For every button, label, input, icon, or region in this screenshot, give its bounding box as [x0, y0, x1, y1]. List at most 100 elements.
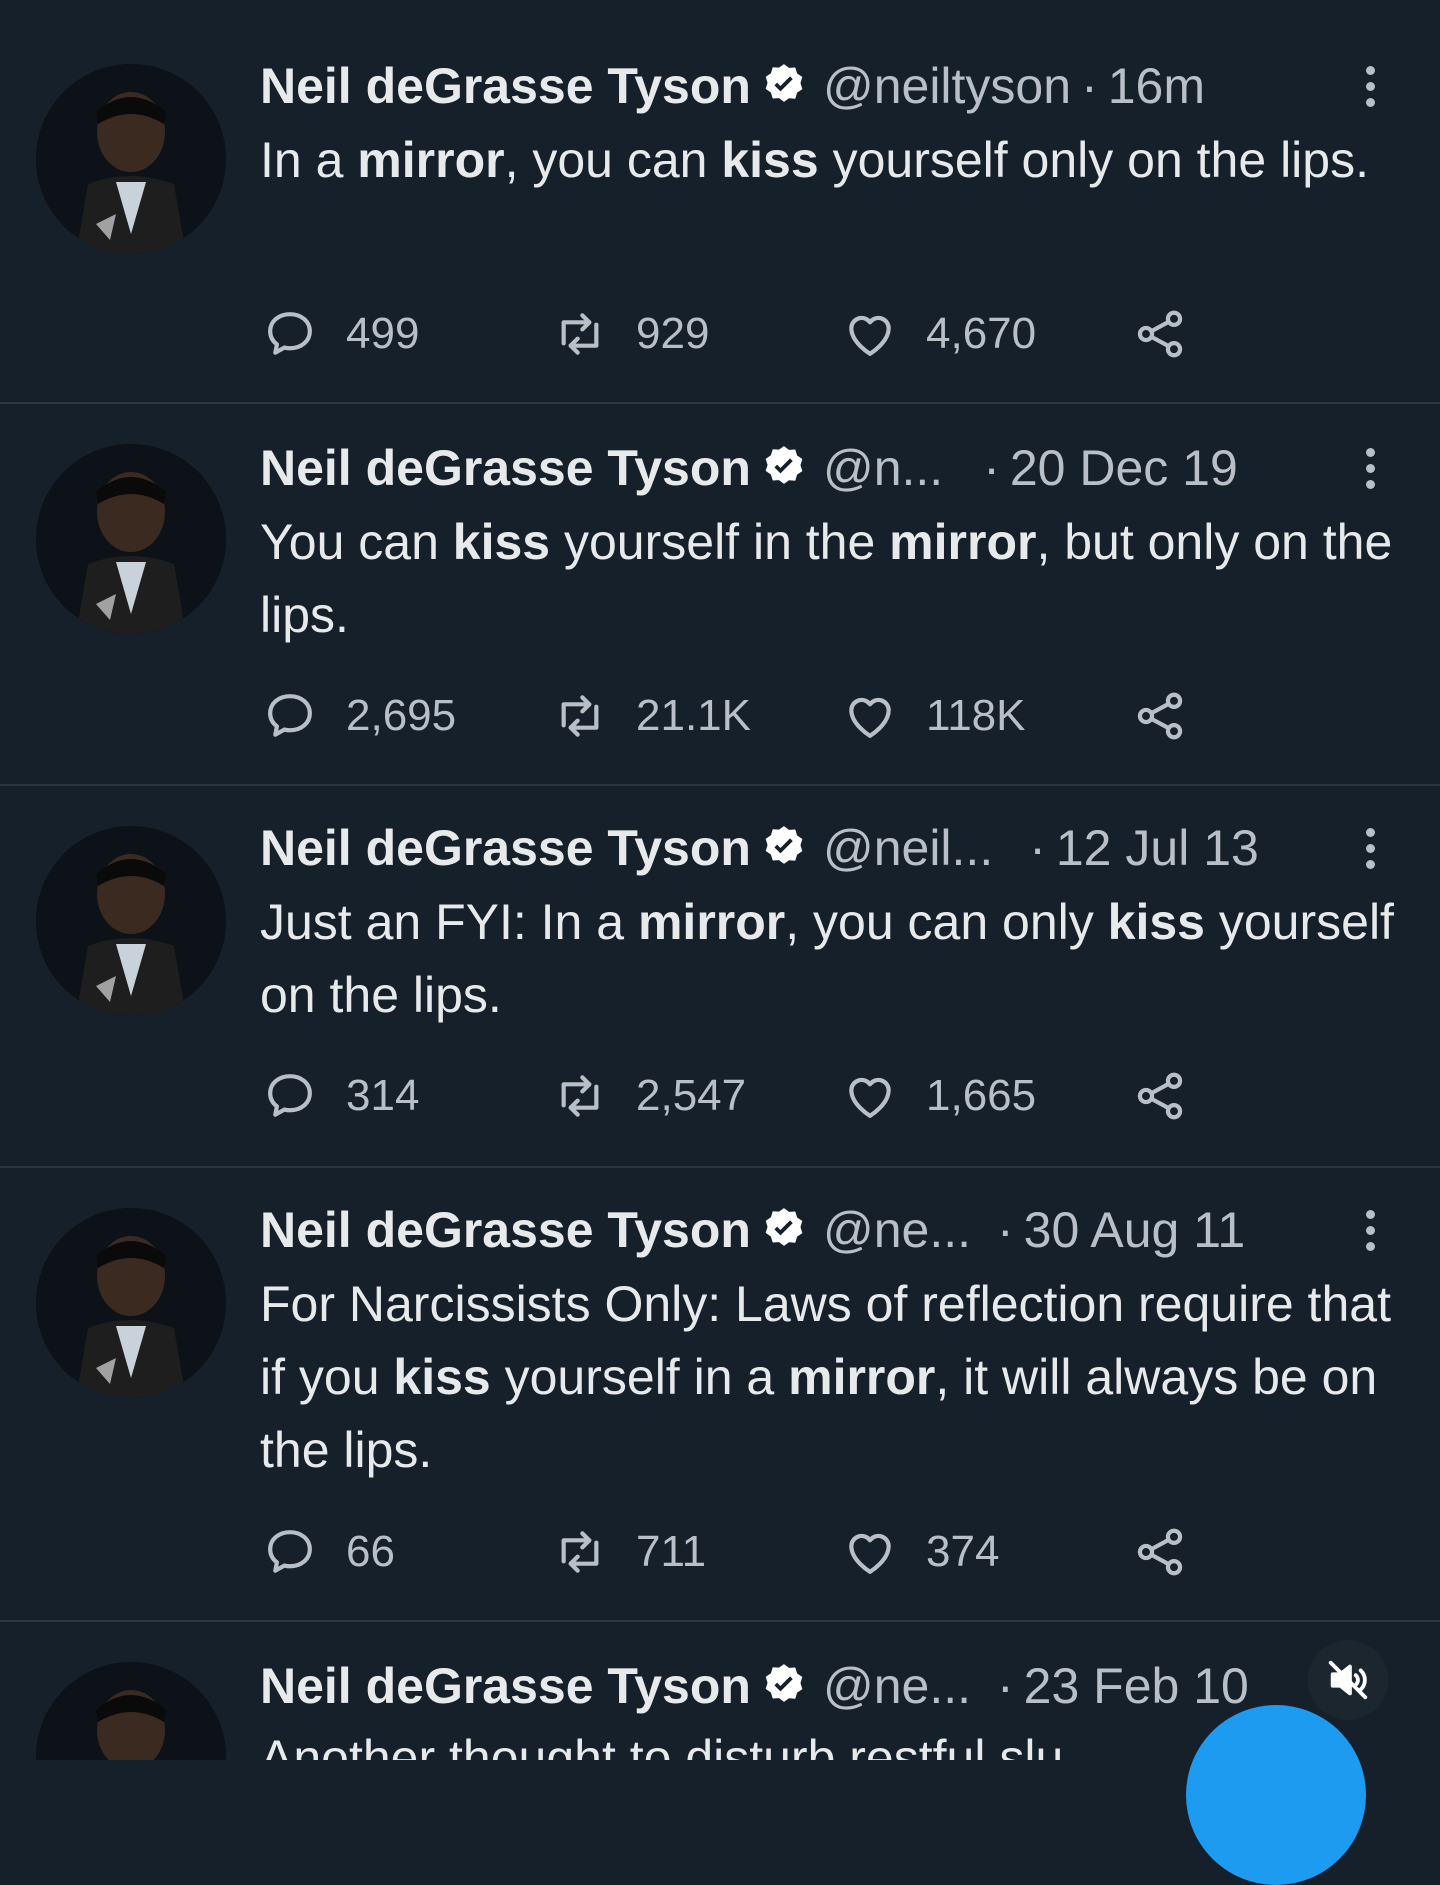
tweet-timestamp[interactable]: 12 Jul 13: [1056, 818, 1259, 878]
tweet-header: Neil deGrasse Tyson @ne... · 30 Aug 11: [260, 1200, 1400, 1260]
share-button[interactable]: [1132, 1068, 1188, 1124]
reply-button[interactable]: 499: [262, 306, 419, 362]
author-name[interactable]: Neil deGrasse Tyson: [260, 818, 751, 878]
author-name[interactable]: Neil deGrasse Tyson: [260, 56, 751, 116]
tweet-header: Neil deGrasse Tyson @neiltyson · 16m: [260, 56, 1400, 116]
bold-text-segment: mirror: [637, 894, 786, 950]
retweet-button[interactable]: 929: [552, 306, 709, 362]
heart-icon: [849, 1533, 891, 1574]
tweet[interactable]: Neil deGrasse Tyson @neiltyson · 16m In …: [0, 0, 1440, 402]
tweet-text: In a mirror, you can kiss yourself only …: [260, 124, 1400, 197]
tweet-text: You can kiss yourself in the mirror, but…: [260, 506, 1400, 652]
retweet-arrows-icon: [561, 313, 599, 355]
tweet-header: Neil deGrasse Tyson @n... · 20 Dec 19: [260, 438, 1400, 498]
verified-badge-icon: [765, 826, 803, 864]
retweet-count: 711: [636, 1527, 707, 1576]
bold-text-segment: mirror: [357, 132, 505, 188]
bold-text-segment: kiss: [452, 514, 551, 570]
tweet[interactable]: Neil deGrasse Tyson @neil... · 12 Jul 13…: [0, 786, 1440, 1166]
avatar[interactable]: [36, 444, 226, 634]
retweet-count: 21.1K: [636, 691, 751, 740]
like-count: 374: [926, 1527, 1000, 1576]
tweet-header: Neil deGrasse Tyson @ne... · 23 Feb 10: [260, 1656, 1400, 1716]
muted-speaker-icon[interactable]: [1308, 1640, 1388, 1720]
like-count: 4,670: [926, 309, 1037, 358]
tweet-timestamp[interactable]: 23 Feb 10: [1024, 1656, 1249, 1716]
vertical-dots-icon[interactable]: [1360, 818, 1380, 878]
speech-bubble-icon: [268, 1074, 312, 1117]
author-handle[interactable]: @neiltyson: [823, 56, 1071, 116]
author-handle[interactable]: @neil...: [823, 818, 993, 878]
verified-badge-icon: [765, 1208, 803, 1246]
author-name[interactable]: Neil deGrasse Tyson: [260, 1200, 751, 1260]
verified-badge-icon: [765, 1664, 803, 1702]
share-button[interactable]: [1132, 688, 1188, 744]
vertical-dots-icon[interactable]: [1360, 1200, 1380, 1260]
bold-text-segment: kiss: [721, 132, 819, 188]
speech-bubble-icon: [268, 694, 312, 737]
separator-dot: ·: [1029, 820, 1046, 876]
author-handle[interactable]: @n...: [823, 438, 943, 498]
tweet-timestamp[interactable]: 30 Aug 11: [1024, 1200, 1246, 1260]
author-handle[interactable]: @ne...: [823, 1656, 971, 1716]
author-name[interactable]: Neil deGrasse Tyson: [260, 1656, 751, 1716]
tweet[interactable]: Neil deGrasse Tyson @ne... · 30 Aug 11 F…: [0, 1168, 1440, 1620]
vertical-dots-icon[interactable]: [1360, 438, 1380, 498]
like-button[interactable]: 118K: [842, 688, 1026, 744]
retweet-count: 929: [636, 309, 710, 358]
retweet-arrows-icon: [561, 1075, 599, 1117]
text-segment: Just an FYI: In a: [260, 894, 638, 950]
reply-count: 2,695: [346, 691, 457, 740]
tweet[interactable]: Neil deGrasse Tyson @n... · 20 Dec 19 Yo…: [0, 404, 1440, 784]
verified-badge-icon: [765, 446, 803, 484]
like-button[interactable]: 374: [842, 1524, 999, 1580]
avatar[interactable]: [36, 826, 226, 1016]
like-button[interactable]: 1,665: [842, 1068, 1036, 1124]
avatar[interactable]: [36, 1208, 226, 1398]
reply-count: 66: [346, 1527, 395, 1576]
vertical-dots-icon[interactable]: [1360, 56, 1380, 116]
share-nodes-icon: [1137, 692, 1183, 740]
tweet-timestamp[interactable]: 16m: [1108, 56, 1205, 116]
retweet-arrows-icon: [561, 1531, 599, 1573]
share-button[interactable]: [1132, 306, 1188, 362]
speech-bubble-icon: [268, 1530, 312, 1573]
retweet-arrows-icon: [561, 695, 599, 737]
reply-button[interactable]: 66: [262, 1524, 395, 1580]
separator-dot: ·: [997, 1658, 1014, 1714]
reply-count: 499: [346, 309, 420, 358]
bold-text-segment: kiss: [1107, 894, 1205, 950]
avatar[interactable]: [36, 64, 226, 254]
tweet-text: Just an FYI: In a mirror, you can only k…: [260, 886, 1400, 1032]
avatar[interactable]: [36, 1662, 226, 1760]
bold-text-segment: mirror: [889, 514, 1037, 570]
text-segment: Another thought to disturb restful slu: [260, 1730, 1064, 1760]
like-count: 1,665: [926, 1071, 1037, 1120]
heart-icon: [849, 1077, 891, 1118]
reply-button[interactable]: 314: [262, 1068, 419, 1124]
share-button[interactable]: [1132, 1524, 1188, 1580]
retweet-button[interactable]: 21.1K: [552, 688, 751, 744]
heart-icon: [849, 697, 891, 738]
like-button[interactable]: 4,670: [842, 306, 1036, 362]
separator-dot: ·: [997, 1202, 1014, 1258]
text-segment: , you can: [504, 132, 722, 188]
reply-button[interactable]: 2,695: [262, 688, 456, 744]
bold-text-segment: kiss: [393, 1349, 491, 1405]
text-segment: , you can only: [785, 894, 1108, 950]
author-handle[interactable]: @ne...: [823, 1200, 971, 1260]
share-nodes-icon: [1137, 1072, 1183, 1120]
tweet-timestamp[interactable]: 20 Dec 19: [1010, 438, 1238, 498]
retweet-button[interactable]: 2,547: [552, 1068, 746, 1124]
heart-icon: [849, 315, 891, 356]
author-name[interactable]: Neil deGrasse Tyson: [260, 438, 751, 498]
bold-text-segment: mirror: [788, 1349, 936, 1405]
tweet-actions: 2,695 21.1K 118K: [262, 688, 1262, 744]
like-count: 118K: [926, 691, 1026, 740]
tweet-actions: 66 711 374: [262, 1524, 1262, 1580]
text-segment: You can: [260, 514, 453, 570]
speech-bubble-icon: [268, 312, 312, 355]
compose-button[interactable]: [1186, 1705, 1366, 1885]
retweet-button[interactable]: 711: [552, 1524, 706, 1580]
text-segment: yourself only on the lips.: [818, 132, 1369, 188]
